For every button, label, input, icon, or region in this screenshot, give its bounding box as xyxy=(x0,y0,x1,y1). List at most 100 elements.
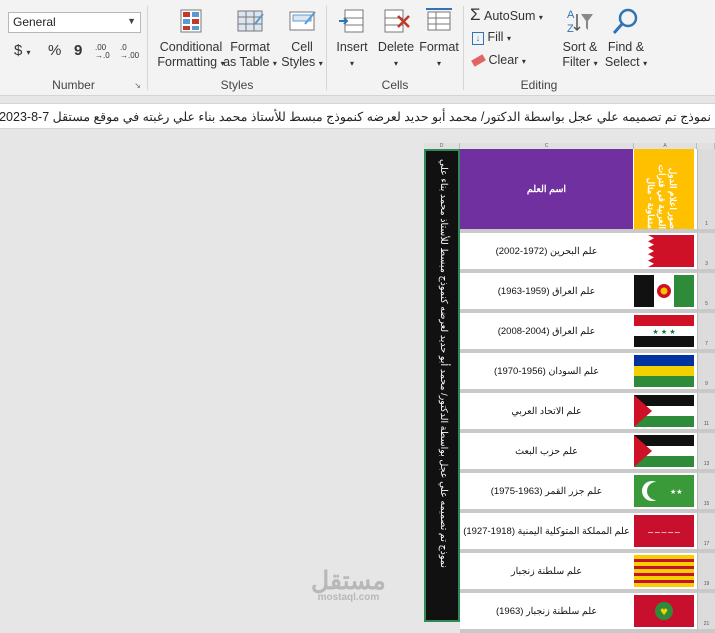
row-number[interactable]: 11 xyxy=(697,393,715,429)
conditional-formatting-icon xyxy=(180,9,202,33)
find-select-label: Find & Select xyxy=(604,40,645,69)
sort-filter-label: Sort & Filter xyxy=(562,40,598,69)
header-row[interactable]: اسم العلم صور اعلام الدول العربية في فتر… xyxy=(460,149,715,233)
dialog-launcher-icon[interactable]: ↘ xyxy=(134,81,141,90)
table-row[interactable]: علم سلطنة زنجبار 19 xyxy=(460,553,715,593)
cell-styles-icon xyxy=(289,11,316,31)
table-row[interactable]: علم الاتحاد العربي 11 xyxy=(460,393,715,433)
row-number[interactable]: 1 xyxy=(697,149,715,229)
header-flag-cell[interactable]: صور اعلام الدول العربية في فترات متفاوتة… xyxy=(634,149,694,229)
mostaql-watermark: مستقل mostaql.com xyxy=(311,566,386,603)
insert-button[interactable]: Insert ▾ xyxy=(331,6,373,71)
fill-button[interactable]: ↓ Fill ▾ xyxy=(472,30,511,45)
iraq-2004-flag-image: ★ ★ ★ xyxy=(634,315,694,347)
watermark-sub: mostaql.com xyxy=(317,592,380,603)
format-as-table-icon xyxy=(237,10,264,32)
selected-column-d-cell[interactable]: نموذج تم تصميمه علي عجل بواسطة الدكتور/ … xyxy=(424,149,460,622)
increase-decimal-button[interactable]: .00 →.0 xyxy=(95,44,113,60)
decrease-decimal-button[interactable]: .0 →.00 xyxy=(120,44,140,60)
eraser-icon xyxy=(471,54,486,67)
conditional-formatting-label: Conditional Formatting xyxy=(157,40,223,69)
sigma-icon: Σ xyxy=(470,5,481,24)
svg-text:~~~~~: ~~~~~ xyxy=(647,528,681,537)
flag-name-cell[interactable]: علم الاتحاد العربي xyxy=(460,393,633,429)
flag-name-cell[interactable]: علم سلطنة زنجبار xyxy=(460,553,633,589)
table-row[interactable]: علم حزب البعث 13 xyxy=(460,433,715,473)
spreadsheet-grid[interactable]: D C A نموذج تم تصميمه علي عجل بواسطة الد… xyxy=(424,143,715,633)
find-select-button[interactable]: Find & Select ▾ xyxy=(604,6,648,71)
number-group-label: Number xyxy=(52,78,95,92)
flag-name-cell[interactable]: علم العراق (2004-2008) xyxy=(460,313,633,349)
zanzibar-1963-flag-image: ♥ xyxy=(634,595,694,627)
flag-name-cell[interactable]: علم البحرين (1972-2002) xyxy=(460,233,633,269)
cell-styles-button[interactable]: Cell Styles ▾ xyxy=(280,6,324,71)
format-label: Format xyxy=(419,40,459,54)
svg-text:♥: ♥ xyxy=(660,608,668,618)
flag-name-cell[interactable]: علم جزر القمر (1963-1975) xyxy=(460,473,633,509)
percent-button[interactable]: % xyxy=(48,42,61,59)
table-row[interactable]: علم العراق (2004-2008) ★ ★ ★ 7 xyxy=(460,313,715,353)
insert-icon xyxy=(339,9,364,33)
row-number[interactable]: 17 xyxy=(697,513,715,549)
format-cells-icon xyxy=(426,8,452,31)
chevron-down-icon: ▼ xyxy=(127,16,136,26)
comoros-flag-image: ★★ xyxy=(634,475,694,507)
currency-button[interactable]: $ ▾ xyxy=(14,42,31,59)
svg-text:★★: ★★ xyxy=(670,488,683,496)
row-number[interactable]: 3 xyxy=(697,233,715,269)
row-number[interactable]: 19 xyxy=(697,553,715,589)
row-number[interactable]: 13 xyxy=(697,433,715,469)
delete-label: Delete xyxy=(377,40,415,54)
format-as-table-button[interactable]: Format as Table ▾ xyxy=(222,6,278,71)
number-format-value: General xyxy=(13,15,56,29)
table-row[interactable]: علم البحرين (1972-2002) 3 xyxy=(460,233,715,273)
header-name-cell[interactable]: اسم العلم xyxy=(460,149,633,229)
bahrain-flag-image xyxy=(634,235,694,267)
row-number[interactable]: 9 xyxy=(697,353,715,389)
flag-name-cell[interactable]: علم العراق (1959-1963) xyxy=(460,273,633,309)
styles-group: Conditional Formatting ▾ Format as Table… xyxy=(148,0,326,96)
format-as-table-label: Format as Table xyxy=(223,40,270,69)
sort-filter-button[interactable]: A Z Sort & Filter ▾ xyxy=(558,6,602,71)
flag-name-cell[interactable]: علم السودان (1956-1970) xyxy=(460,353,633,389)
flag-name-cell[interactable]: علم حزب البعث xyxy=(460,433,633,469)
ribbon: General ▼ $ ▾ % 9 .00 →.0 .0 →.00 Number… xyxy=(0,0,715,96)
sort-filter-icon: A Z xyxy=(567,9,593,35)
insert-label: Insert xyxy=(336,40,368,54)
magnifier-icon xyxy=(612,8,638,34)
format-button[interactable]: Format ▾ xyxy=(417,6,461,71)
table-row[interactable]: علم سلطنة زنجبار (1963) ♥ 21 xyxy=(460,593,715,633)
styles-group-label: Styles xyxy=(220,78,254,92)
watermark-main: مستقل xyxy=(311,567,386,595)
baath-flag-image xyxy=(634,435,694,467)
row-number[interactable]: 5 xyxy=(697,273,715,309)
clear-label: Clear xyxy=(488,53,519,67)
table-row[interactable]: علم جزر القمر (1963-1975) ★★ 15 xyxy=(460,473,715,513)
zanzibar-flag-image xyxy=(634,555,694,587)
autosum-label: AutoSum xyxy=(484,9,536,23)
table-row[interactable]: علم العراق (1959-1963) 5 xyxy=(460,273,715,313)
flag-name-cell[interactable]: علم سلطنة زنجبار (1963) xyxy=(460,593,633,629)
number-group: General ▼ $ ▾ % 9 .00 →.0 .0 →.00 Number… xyxy=(0,0,147,96)
row-number[interactable]: 7 xyxy=(697,313,715,349)
fill-down-icon: ↓ xyxy=(472,32,484,45)
row-number[interactable]: 15 xyxy=(697,473,715,509)
autosum-button[interactable]: Σ AutoSum ▾ xyxy=(470,5,543,25)
svg-text:Z: Z xyxy=(567,23,574,35)
delete-button[interactable]: Delete ▾ xyxy=(375,6,417,71)
row-number[interactable]: 21 xyxy=(697,593,715,629)
conditional-formatting-button[interactable]: Conditional Formatting ▾ xyxy=(152,6,230,71)
arab-federation-flag-image xyxy=(634,395,694,427)
comma-style-button[interactable]: 9 xyxy=(74,42,82,59)
iraq-1959-flag-image xyxy=(634,275,694,307)
clear-button[interactable]: Clear ▾ xyxy=(471,53,526,67)
number-format-dropdown[interactable]: General ▼ xyxy=(8,12,141,33)
editing-group-label: Editing xyxy=(520,78,558,92)
flag-name-cell[interactable]: علم المملكة المتوكلية اليمنية (1918-1927… xyxy=(460,513,633,549)
header-flag-text: صور اعلام الدول العربية في فترات متفاوتة… xyxy=(646,164,678,229)
delete-icon xyxy=(384,9,410,33)
table-row[interactable]: علم السودان (1956-1970) 9 xyxy=(460,353,715,393)
formula-bar[interactable]: نموذج تم تصميمه علي عجل بواسطة الدكتور/ … xyxy=(0,103,715,129)
table-row[interactable]: علم المملكة المتوكلية اليمنية (1918-1927… xyxy=(460,513,715,553)
cell-styles-label: Cell Styles xyxy=(281,40,316,69)
